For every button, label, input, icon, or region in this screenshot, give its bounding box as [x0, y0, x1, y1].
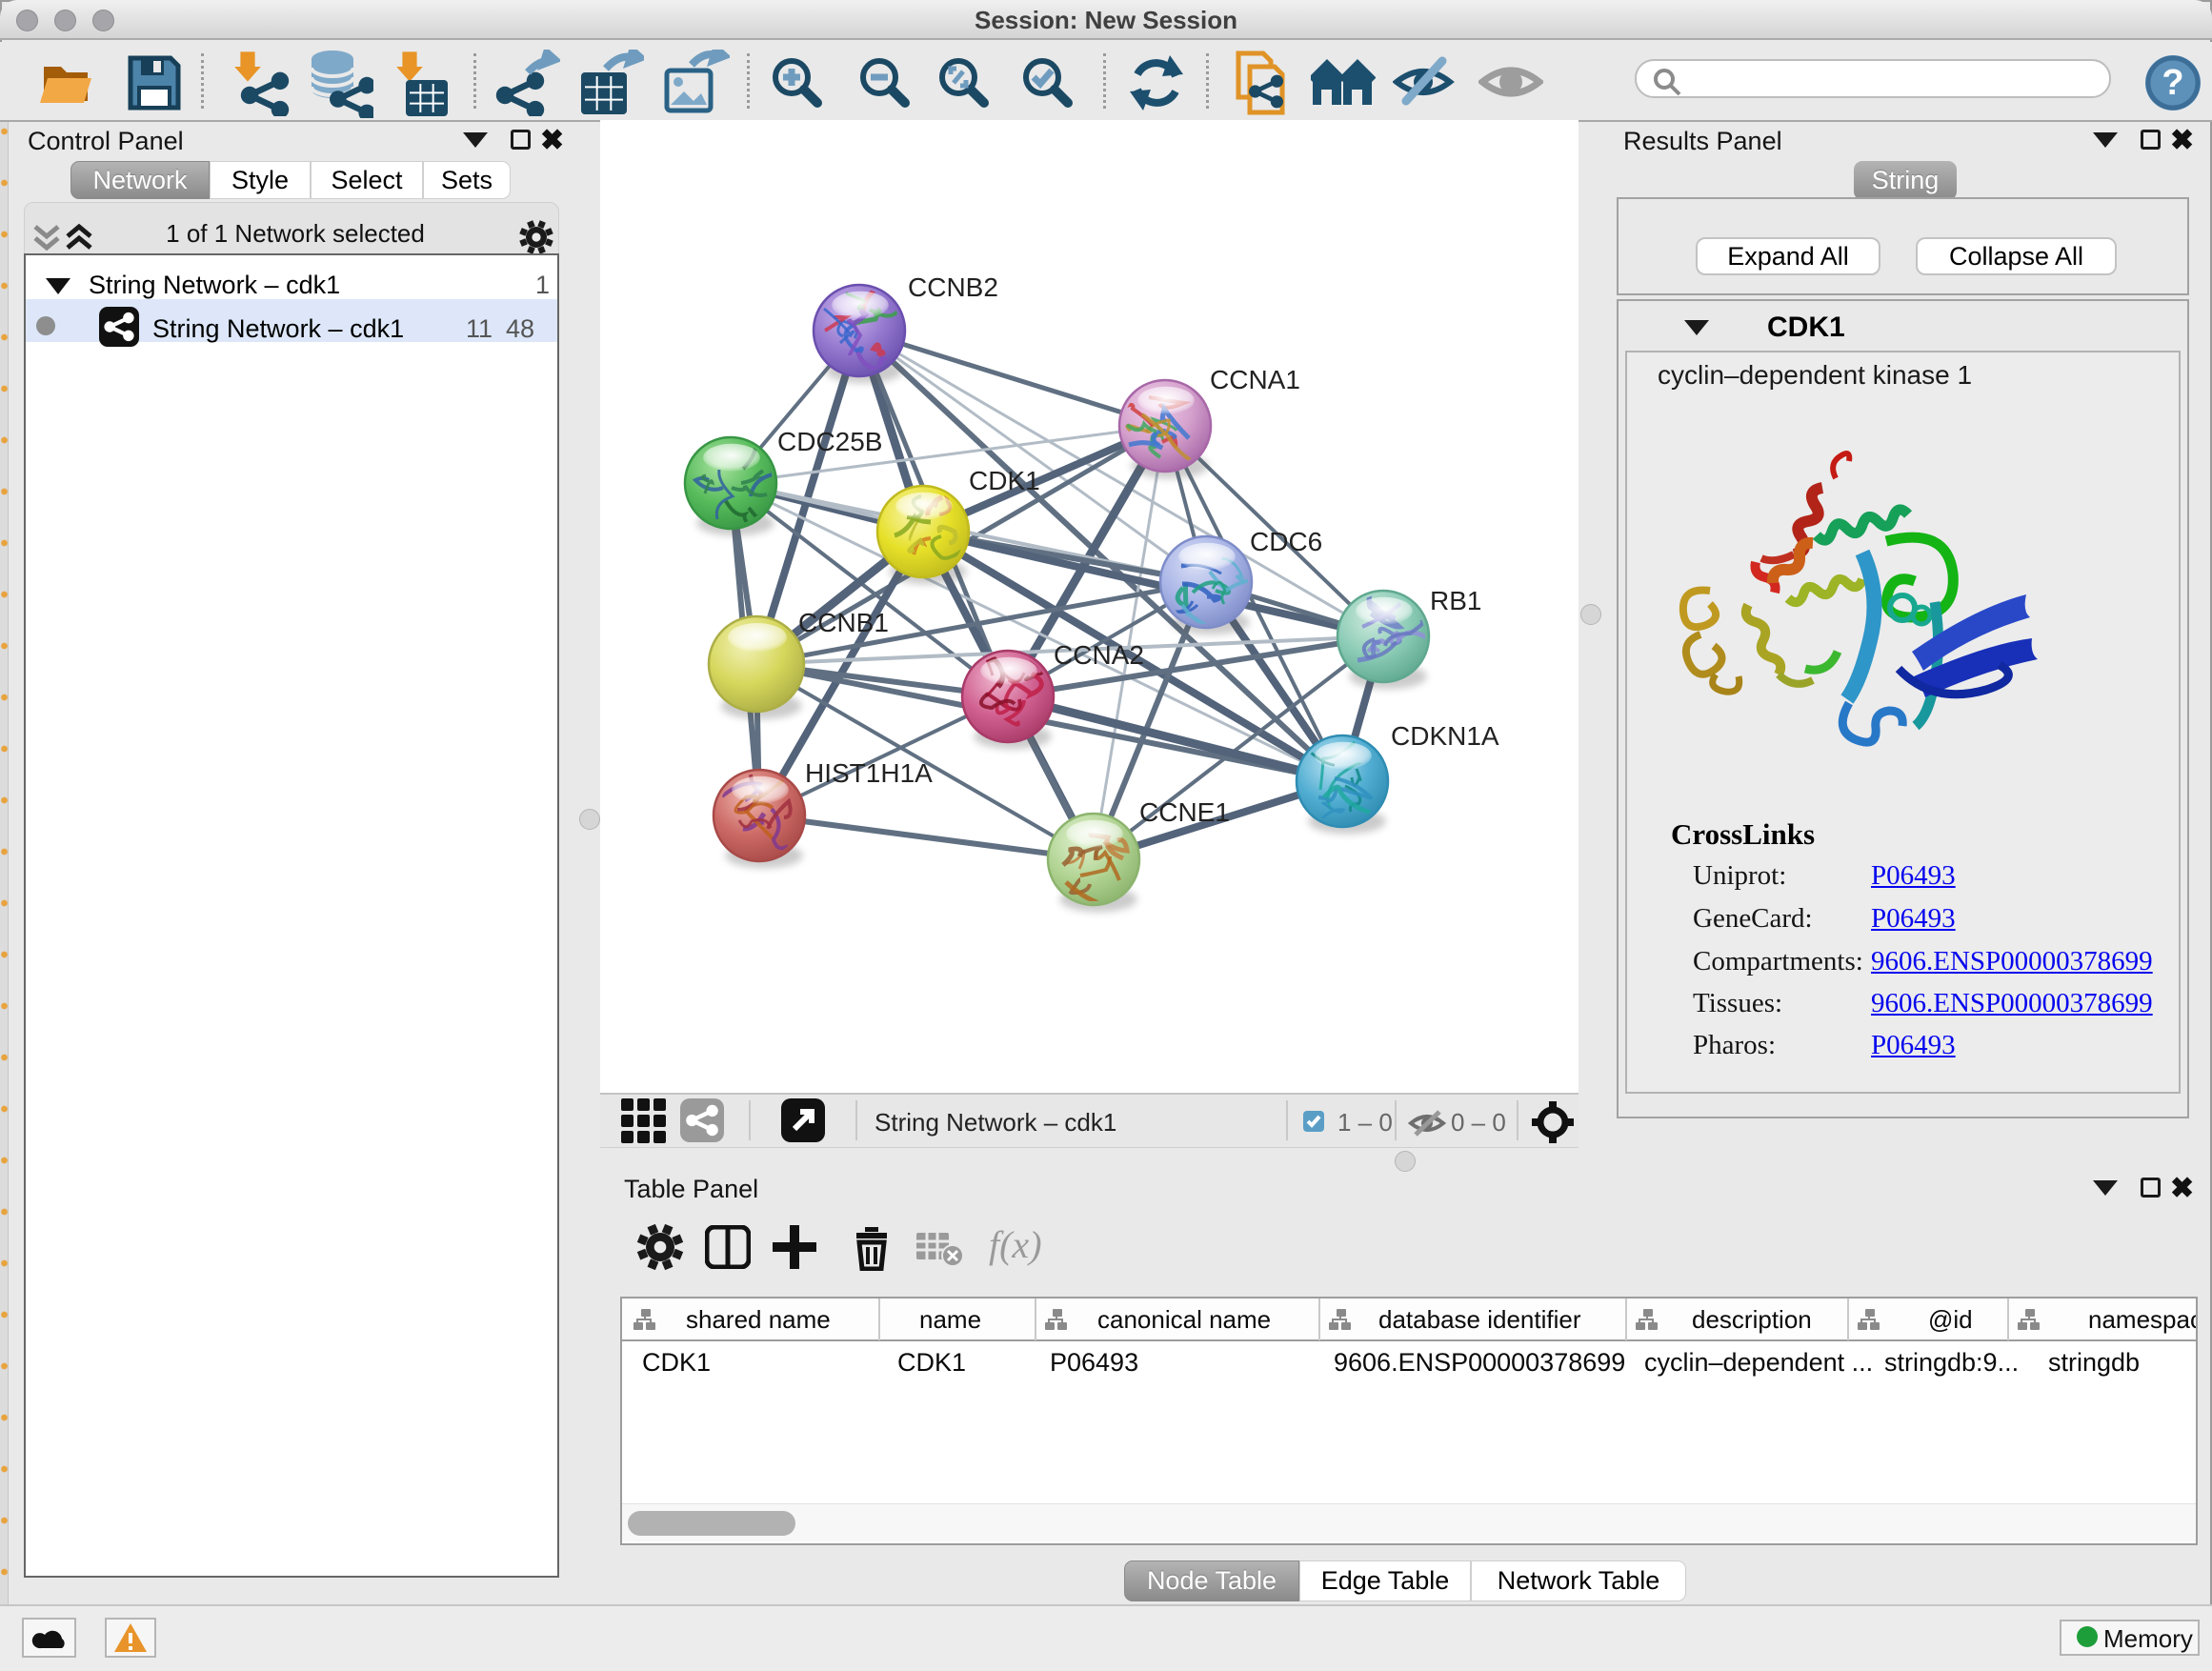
- svg-text:@id: @id: [1928, 1305, 1973, 1334]
- svg-text:CDK1: CDK1: [642, 1348, 711, 1377]
- svg-text:CDC6: CDC6: [1250, 527, 1322, 556]
- svg-text:RB1: RB1: [1430, 586, 1481, 615]
- svg-text:stringdb:9...: stringdb:9...: [1884, 1348, 2019, 1377]
- svg-text:CDC25B: CDC25B: [777, 427, 882, 456]
- svg-text:CCNE1: CCNE1: [1139, 797, 1230, 827]
- svg-text:description: description: [1692, 1305, 1812, 1334]
- svg-text:namespac: namespac: [2088, 1305, 2196, 1334]
- svg-text:CCNB2: CCNB2: [908, 272, 998, 302]
- svg-text:CCNA2: CCNA2: [1054, 640, 1144, 670]
- svg-text:P06493: P06493: [1050, 1348, 1138, 1377]
- svg-text:canonical name: canonical name: [1097, 1305, 1271, 1334]
- svg-text:shared name: shared name: [686, 1305, 831, 1334]
- svg-text:9606.ENSP00000378699: 9606.ENSP00000378699: [1334, 1348, 1625, 1377]
- svg-text:CDK1: CDK1: [969, 466, 1040, 495]
- svg-text:CDK1: CDK1: [897, 1348, 966, 1377]
- svg-text:stringdb: stringdb: [2048, 1348, 2140, 1377]
- svg-text:cyclin–dependent ...: cyclin–dependent ...: [1644, 1348, 1873, 1377]
- svg-text:CCNA1: CCNA1: [1210, 365, 1300, 394]
- svg-text:HIST1H1A: HIST1H1A: [805, 758, 933, 788]
- svg-text:?: ?: [2162, 63, 2183, 103]
- svg-text:database identifier: database identifier: [1378, 1305, 1581, 1334]
- svg-text:name: name: [919, 1305, 981, 1334]
- svg-text:CCNB1: CCNB1: [798, 608, 889, 637]
- svg-text:CDKN1A: CDKN1A: [1391, 721, 1499, 751]
